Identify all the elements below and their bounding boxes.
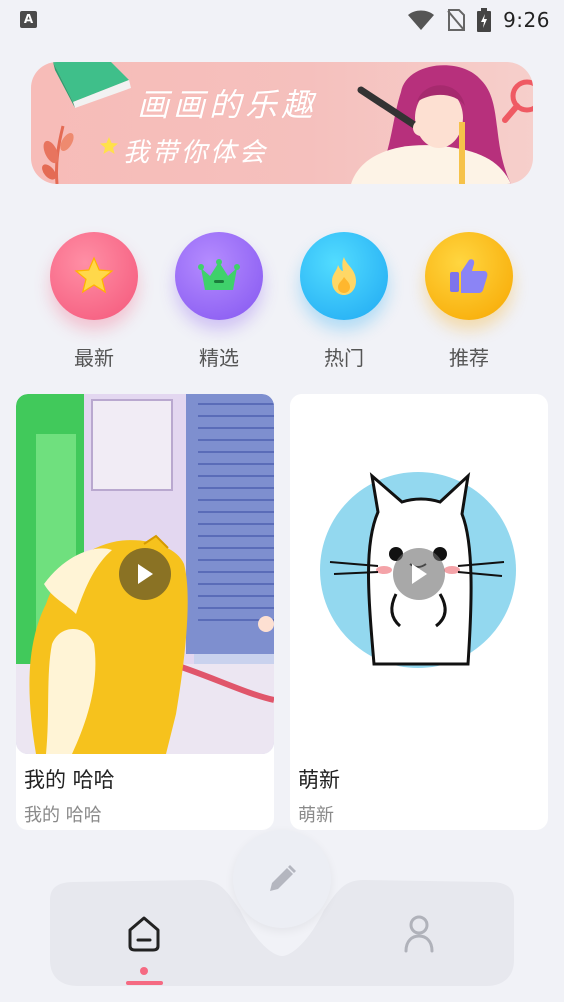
create-drawing-button[interactable] [233, 830, 331, 928]
category-latest-badge [50, 232, 138, 320]
video-card[interactable]: 萌新 萌新 [290, 394, 548, 830]
battery-charging-icon [477, 8, 492, 32]
category-featured-badge [175, 232, 263, 320]
card-title: 萌新 [298, 768, 340, 792]
banner-subtitle: 我带你体会 [123, 138, 269, 168]
category-recommended-label: 推荐 [449, 346, 489, 370]
star-icon [74, 256, 114, 294]
category-hot-label: 热门 [324, 346, 364, 370]
category-hot[interactable]: 热门 [299, 232, 389, 371]
nav-home[interactable] [124, 914, 164, 954]
home-icon [128, 916, 160, 952]
banner-title: 画画的乐趣 [137, 86, 318, 124]
flame-icon [332, 257, 356, 295]
card-title: 我的 哈哈 [24, 768, 115, 792]
category-latest-label: 最新 [74, 346, 114, 370]
card-subtitle: 萌新 [298, 805, 334, 826]
no-sim-icon [447, 9, 466, 31]
nav-active-indicator [126, 981, 163, 985]
play-icon [138, 564, 153, 584]
promo-banner[interactable]: 画画的乐趣 我带你体会 [31, 62, 533, 184]
video-thumbnail [16, 394, 274, 754]
crown-icon [198, 259, 240, 290]
category-recommended[interactable]: 推荐 [424, 232, 514, 371]
leaf-illustration [42, 125, 74, 184]
category-recommended-badge [425, 232, 513, 320]
app-notification-icon: A [20, 11, 37, 28]
thumbs-up-icon [450, 259, 488, 293]
wifi-icon [408, 10, 435, 30]
status-icons: 9:26 [407, 6, 550, 34]
book-illustration [53, 62, 131, 108]
user-icon [404, 915, 434, 953]
category-featured[interactable]: 精选 [174, 232, 264, 371]
girl-illustration [351, 65, 533, 184]
nav-active-dot [140, 967, 148, 975]
pencil-icon [270, 865, 296, 891]
video-thumbnail [290, 394, 548, 754]
nav-profile[interactable] [400, 914, 438, 954]
star-icon [100, 137, 118, 154]
card-subtitle: 我的 哈哈 [24, 805, 102, 826]
play-button[interactable] [393, 548, 445, 600]
play-button[interactable] [119, 548, 171, 600]
status-bar: A 9:26 [0, 0, 564, 40]
play-icon [412, 564, 427, 584]
status-time: 9:26 [503, 8, 550, 32]
category-hot-badge [300, 232, 388, 320]
category-latest[interactable]: 最新 [49, 232, 139, 371]
video-card[interactable]: 我的 哈哈 我的 哈哈 [16, 394, 274, 830]
category-featured-label: 精选 [199, 346, 239, 370]
bottom-nav [0, 830, 564, 1002]
